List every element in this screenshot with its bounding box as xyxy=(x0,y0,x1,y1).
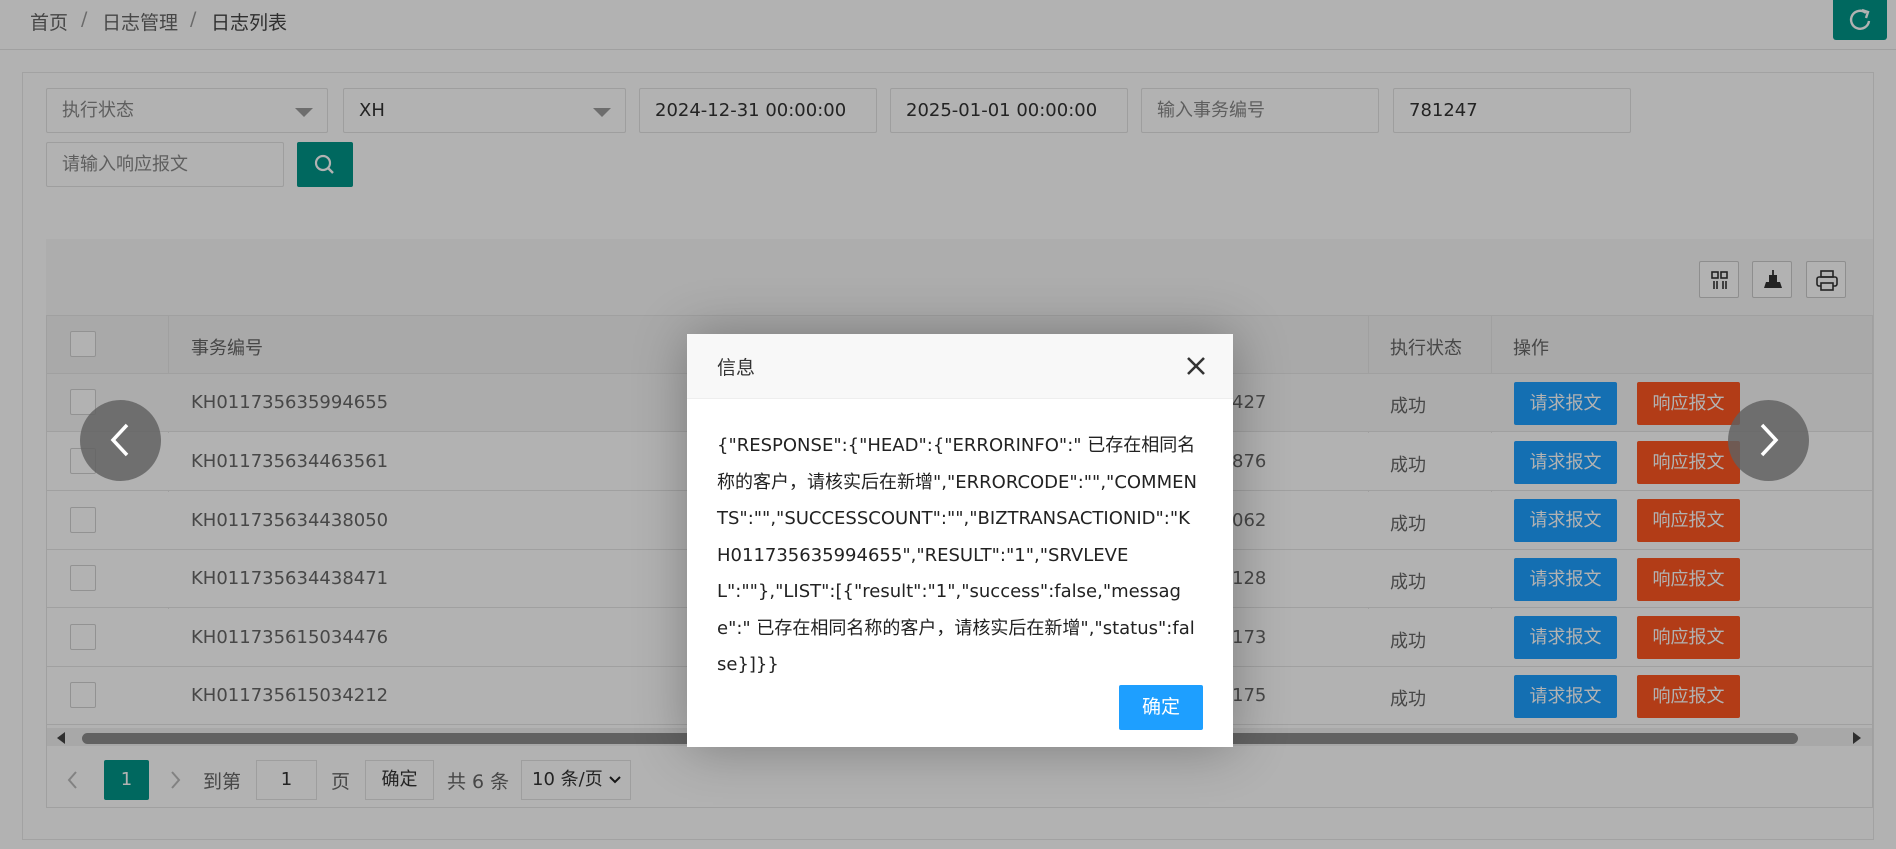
dialog-title: 信息 xyxy=(717,357,756,379)
dialog-header xyxy=(687,334,1233,399)
dialog-close-button[interactable] xyxy=(1182,352,1210,380)
dialog-content: {"RESPONSE":{"HEAD":{"ERRORINFO":" 已存在相同… xyxy=(717,435,1197,675)
close-icon xyxy=(1187,357,1205,375)
chevron-right-icon xyxy=(1760,423,1779,457)
prev-arrow-button[interactable] xyxy=(80,400,161,481)
next-arrow-button[interactable] xyxy=(1728,400,1809,481)
dialog-ok-button[interactable]: 确定 xyxy=(1119,685,1203,730)
chevron-left-icon xyxy=(110,423,129,457)
